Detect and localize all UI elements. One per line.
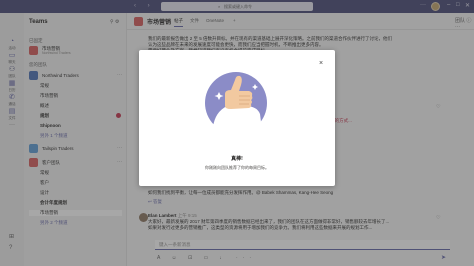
praise-dialog: × 真棒! 你刚刚向团队推荐了你的每周目标。 bbox=[139, 50, 335, 186]
dialog-title: 真棒! bbox=[231, 156, 243, 162]
dialog-subtitle: 你刚刚向团队推荐了你的每周目标。 bbox=[205, 165, 269, 170]
close-icon[interactable]: × bbox=[319, 60, 323, 67]
thumbs-up-illustration bbox=[205, 72, 267, 134]
